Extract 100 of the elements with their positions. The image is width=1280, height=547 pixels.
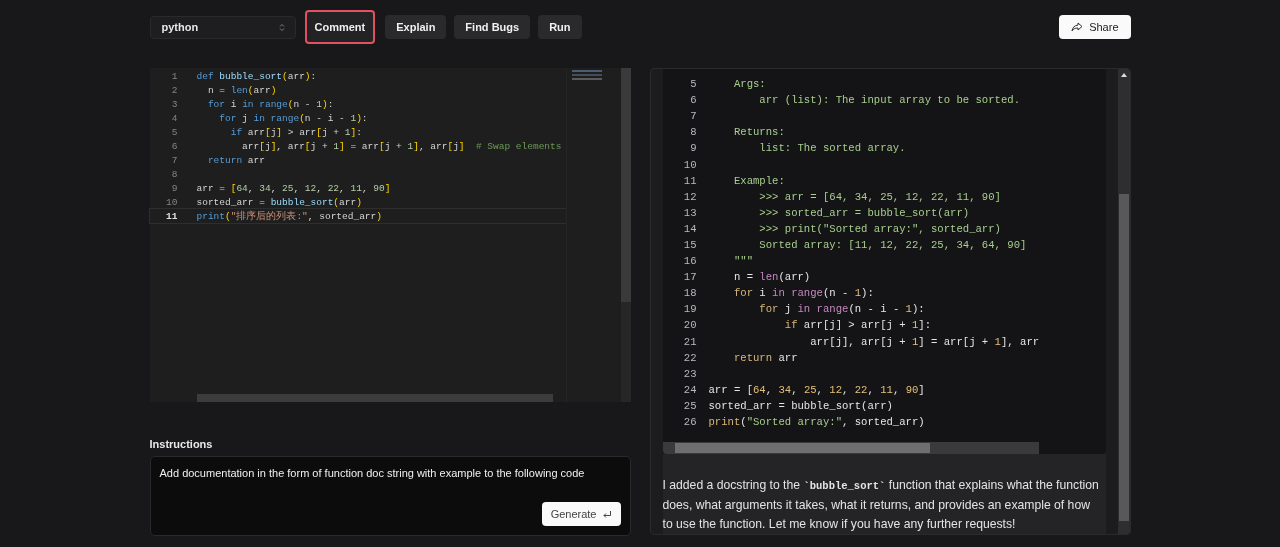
code-token: arr (287, 70, 305, 82)
line-number: 8 (689, 126, 697, 139)
line-number: 5 (170, 126, 178, 138)
line-number: 21 (682, 335, 697, 348)
code-token: def (196, 70, 215, 82)
code-token: : (356, 126, 362, 138)
code-token: = arr (349, 140, 379, 152)
code-token: : (327, 98, 334, 110)
instructions-label: Instructions (149, 438, 214, 450)
code-token: sorted_arr = (196, 196, 266, 208)
code-token: 12 (829, 383, 843, 396)
horizontal-scrollbar[interactable] (662, 442, 1039, 454)
code-token: ( (225, 210, 231, 222)
action-button[interactable]: Explain (385, 15, 447, 39)
code-token: len (230, 84, 248, 96)
updown-icon (278, 22, 285, 32)
line-number: 4 (170, 112, 178, 124)
code-token: 22 (854, 383, 868, 396)
line-number: 11 (682, 174, 697, 187)
line-number: 1 (170, 70, 178, 82)
code-token: j (242, 112, 249, 124)
code-token: , (867, 383, 875, 396)
action-button[interactable]: Run (538, 15, 582, 39)
code-token: bubble_sort (270, 196, 334, 208)
code-token: i (759, 287, 767, 300)
code-token: "排序后的列表:" (230, 209, 308, 223)
code-token: ] (458, 140, 465, 152)
code-token: arr = [ (708, 383, 753, 396)
code-token: 34 (259, 182, 271, 194)
code-editor[interactable] (149, 68, 631, 402)
code-token: 1 (854, 287, 862, 300)
code-token: in range (797, 303, 849, 316)
code-token: , (842, 383, 850, 396)
code-token: j (270, 126, 277, 138)
language-select[interactable]: python (149, 15, 296, 39)
line-number: 9 (170, 182, 178, 194)
line-number: 10 (682, 158, 697, 171)
code-token: """ (732, 255, 753, 268)
code-token: j + (321, 126, 341, 138)
code-token: 11 (880, 383, 893, 396)
code-token: 12 (304, 182, 317, 194)
code-token: [ (379, 140, 385, 152)
code-token: print (708, 416, 741, 428)
code-token: , (247, 182, 255, 194)
code-token: 90 (905, 383, 919, 396)
action-button[interactable]: Find Bugs (454, 15, 531, 39)
horizontal-scrollbar[interactable] (196, 394, 553, 402)
code-token: ( (287, 98, 294, 110)
code-token: 1 (316, 98, 322, 110)
line-number: 26 (682, 416, 697, 428)
code-token: (n - i - (848, 303, 901, 316)
vertical-scrollbar[interactable] (1117, 69, 1130, 534)
code-token: 11 (350, 182, 362, 194)
code-token: ], arr (1000, 335, 1040, 348)
code-token: 90 (373, 182, 385, 194)
code-token: ]: (918, 319, 931, 332)
code-token: Example: (732, 174, 785, 187)
code-token: [ (259, 140, 265, 152)
code-token: arr (list): The input array to be sorted. (758, 94, 1020, 107)
line-number: 14 (682, 222, 697, 235)
code-token: ] (413, 140, 419, 152)
code-token: arr (247, 154, 265, 166)
line-number: 17 (682, 271, 697, 284)
instructions-field[interactable]: Add documentation in the form of function doc string with example to the following code Generate (149, 456, 631, 536)
code-token: len (759, 271, 779, 284)
response-message: I added a docstring to the `bubble_sort` function that explains what the function does, what arguments it takes, what it returns, and provides an example of how to use the function. Let me know if you have any further requests! (662, 454, 1106, 534)
code-token: ] (350, 126, 357, 138)
code-token: >>> print("Sorted array:", sorted_arr) (758, 222, 1001, 235)
code-token: ] = arr[j + (918, 335, 990, 348)
line-number: 25 (682, 399, 697, 412)
code-token: ) (321, 98, 328, 110)
code-token: 1 (350, 112, 357, 124)
code-token: , arr (418, 140, 448, 152)
code-token: ( (740, 416, 747, 428)
code-token: ] (384, 182, 391, 194)
code-token: j (784, 303, 793, 316)
code-token: 64 (236, 182, 248, 194)
line-number: 9 (689, 142, 697, 155)
code-token: [ (304, 140, 311, 152)
code-token: ) (356, 196, 362, 208)
generate-button[interactable]: Generate (541, 502, 621, 526)
code-token: ] (339, 140, 345, 152)
code-token: for (206, 98, 226, 110)
code-token: n = (206, 84, 226, 96)
line-number: 8 (170, 168, 178, 180)
code-token: , (765, 383, 774, 396)
action-button[interactable]: Comment (304, 10, 376, 44)
up-arrow-icon[interactable] (1120, 73, 1127, 77)
line-number: 6 (170, 140, 178, 152)
code-token: for (732, 287, 754, 300)
vertical-scrollbar[interactable] (620, 68, 631, 402)
code-token: Args: (732, 78, 766, 91)
code-token: "Sorted array:" (746, 416, 842, 428)
line-number: 7 (170, 154, 178, 166)
share-button[interactable]: Share (1059, 15, 1131, 39)
code-token: 1 (333, 140, 340, 152)
code-token: arr[j] > arr[j + (803, 319, 907, 332)
code-token: arr[j], arr[j + (809, 335, 907, 348)
code-token: arr (778, 351, 798, 364)
line-number: 10 (165, 196, 178, 208)
